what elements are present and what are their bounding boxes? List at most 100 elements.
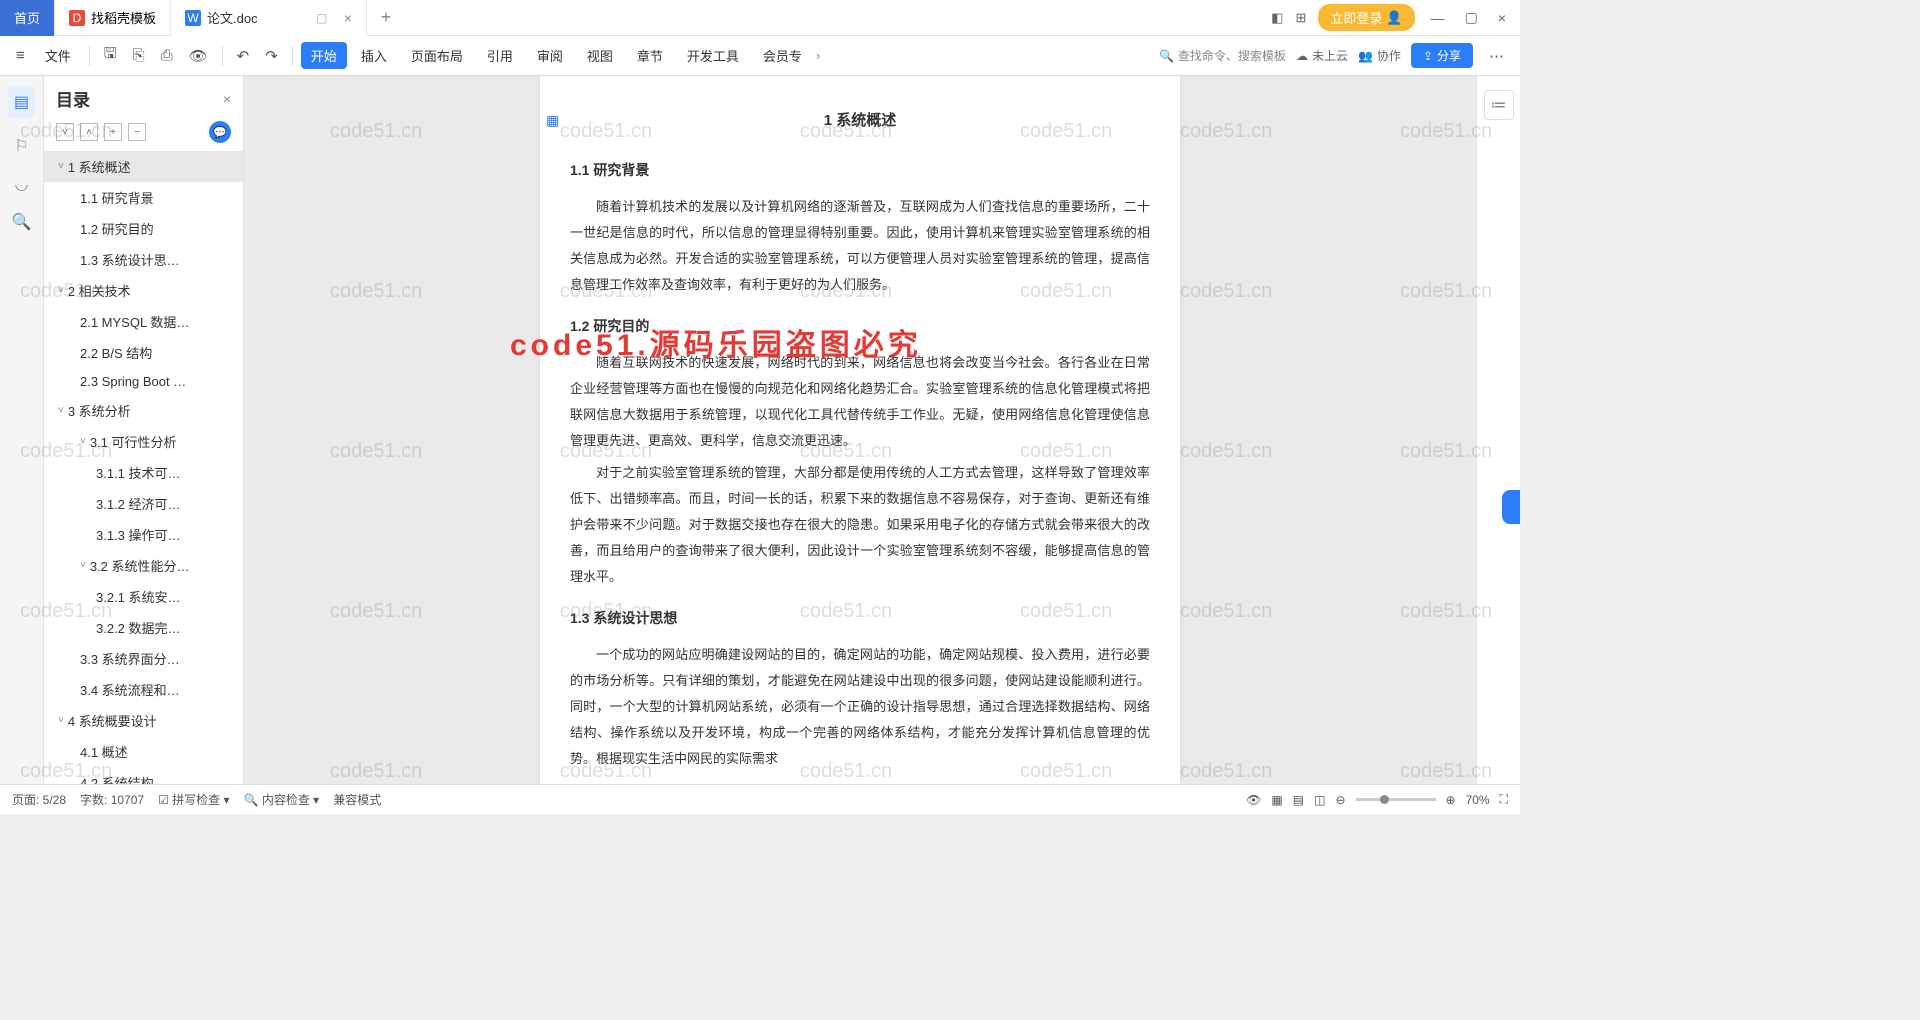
outline-item-label: 3.4 系统流程和… [80,680,180,699]
print-icon[interactable]: ⎙ [155,43,179,68]
outline-item[interactable]: 1.1 研究背景 [44,182,243,213]
find-icon[interactable]: 🔍 [12,212,32,232]
doc-paragraph: 对于之前实验室管理系统的管理，大部分都是使用传统的人工方式去管理，这样导致了管理… [570,460,1150,590]
statusbar: 页面: 5/28 字数: 10707 ☑ 拼写检查 ▾ 🔍 内容检查 ▾ 兼容模… [0,784,1520,814]
outline-item-label: 4.1 概述 [80,742,128,761]
layout-icon[interactable]: ◧ [1271,10,1283,26]
cloud-status[interactable]: ☁未上云 [1296,47,1348,64]
apps-icon[interactable]: ⊞ [1295,10,1306,26]
outline-item[interactable]: 3.1.2 经济可… [44,488,243,519]
outline-item[interactable]: ˅3.1 可行性分析 [44,426,243,457]
outline-item[interactable]: 2.3 Spring Boot … [44,368,243,395]
ribbon-tab-member[interactable]: 会员专 [753,42,812,69]
chevron-down-icon: ˅ [80,436,86,447]
preview-icon[interactable]: 👁 [183,43,214,69]
fit-icon[interactable]: ⛶ [1500,792,1508,807]
file-menu[interactable]: 文件 [35,42,81,69]
outline-item[interactable]: 3.3 系统界面分… [44,643,243,674]
chat-icon[interactable]: 💬 [209,121,231,143]
outline-item[interactable]: ˅1 系统概述 [44,151,243,182]
command-search[interactable]: 🔍查找命令、搜索模板 [1159,47,1286,64]
view-web-icon[interactable]: ▤ [1293,793,1304,807]
zoom-in-icon[interactable]: ⊕ [1446,793,1456,807]
remove-level-icon[interactable]: − [128,123,146,141]
view-print-icon[interactable]: ▦ [1271,793,1282,807]
left-toolbar: ▤ ⚐ ◡ 🔍 [0,76,44,784]
saveas-icon[interactable]: ⎘ [127,43,151,68]
outline-item[interactable]: 4.1 概述 [44,736,243,767]
ribbon-tab-review[interactable]: 审阅 [527,42,573,69]
outline-item-label: 4.2 系统结构 [80,773,154,784]
outline-item[interactable]: 3.4 系统流程和… [44,674,243,705]
content-check[interactable]: 🔍 内容检查 ▾ [244,791,320,808]
tab-new[interactable]: + [367,0,406,36]
outline-item-label: 2.2 B/S 结构 [80,343,152,362]
outline-item[interactable]: ˅4 系统概要设计 [44,705,243,736]
outline-item[interactable]: 2.2 B/S 结构 [44,337,243,368]
share-icon: ⇪ [1423,49,1433,63]
ribbon-tab-chapter[interactable]: 章节 [627,42,673,69]
undo-icon[interactable]: ↶ [231,43,256,69]
pin-icon[interactable]: ⚐ [14,136,28,156]
tab-template[interactable]: D找稻壳模板 [55,0,171,36]
redo-icon[interactable]: ↷ [259,43,284,69]
ribbon-tab-insert[interactable]: 插入 [351,42,397,69]
tab-document[interactable]: W论文.doc▢× [171,0,367,36]
chevron-right-icon[interactable]: › [816,48,820,63]
share-button[interactable]: ⇪分享 [1411,43,1473,68]
expand-all-icon[interactable]: ˅ [56,123,74,141]
doc-heading: 1.3 系统设计思想 [570,604,1150,632]
side-tab[interactable] [1502,490,1520,524]
template-icon: D [69,10,85,26]
outline-title: 目录 [56,86,90,111]
outline-item[interactable]: 3.1.1 技术可… [44,457,243,488]
outline-item[interactable]: 3.2.2 数据完… [44,612,243,643]
zoom-level[interactable]: 70% [1466,793,1490,807]
add-level-icon[interactable]: + [104,123,122,141]
doc-paragraph: 随着计算机技术的发展以及计算机网络的逐渐普及，互联网成为人们查找信息的重要场所，… [570,194,1150,298]
panel-close-icon[interactable]: × [223,91,231,107]
outline-item[interactable]: 3.2.1 系统安… [44,581,243,612]
outline-item[interactable]: 1.2 研究目的 [44,213,243,244]
window-icon[interactable]: ▢ [314,10,330,26]
close-icon[interactable]: × [344,10,352,26]
tab-home[interactable]: 首页 [0,0,55,36]
ribbon-tab-dev[interactable]: 开发工具 [677,42,749,69]
doc-heading: 1.2 研究目的 [570,312,1150,340]
save-icon[interactable]: 🖫 [98,39,123,72]
zoom-out-icon[interactable]: ⊖ [1335,793,1345,807]
collapse-all-icon[interactable]: ˄ [80,123,98,141]
panel-toggle-icon[interactable]: ≔ [1484,90,1514,120]
outline-item[interactable]: 1.3 系统设计思… [44,244,243,275]
more-icon[interactable]: ⋯ [1483,43,1510,69]
zoom-slider[interactable] [1356,798,1436,801]
view-outline-icon[interactable]: ◫ [1314,793,1325,807]
outline-item[interactable]: ˅3.2 系统性能分… [44,550,243,581]
maximize-icon[interactable]: ▢ [1461,9,1482,26]
minimize-icon[interactable]: — [1427,10,1449,26]
outline-item[interactable]: 4.2 系统结构 [44,767,243,784]
word-count[interactable]: 字数: 10707 [80,791,144,808]
menu-icon[interactable]: ≡ [10,43,31,68]
outline-item-label: 1.2 研究目的 [80,219,154,238]
outline-item[interactable]: ˅3 系统分析 [44,395,243,426]
login-button[interactable]: 立即登录👤 [1318,4,1414,31]
outline-item[interactable]: 3.1.3 操作可… [44,519,243,550]
window-close-icon[interactable]: × [1494,10,1510,26]
bookmark-icon[interactable]: ◡ [15,174,29,194]
view-eye-icon[interactable]: 👁 [1246,793,1261,807]
ribbon-tab-start[interactable]: 开始 [301,42,347,69]
titlebar: 首页 D找稻壳模板 W论文.doc▢× + ◧ ⊞ 立即登录👤 — ▢ × [0,0,1520,36]
outline-icon[interactable]: ▤ [8,86,35,118]
outline-item[interactable]: ˅2 相关技术 [44,275,243,306]
document-area[interactable]: ▦ 1 系统概述 1.1 研究背景 随着计算机技术的发展以及计算机网络的逐渐普及… [244,76,1476,784]
outline-item[interactable]: 2.1 MYSQL 数据… [44,306,243,337]
outline-item-label: 3.1.2 经济可… [96,494,181,513]
compat-mode[interactable]: 兼容模式 [333,791,381,808]
ribbon-tab-ref[interactable]: 引用 [477,42,523,69]
spellcheck-toggle[interactable]: ☑ 拼写检查 ▾ [158,791,229,808]
ribbon-tab-layout[interactable]: 页面布局 [401,42,473,69]
coop-button[interactable]: 👥协作 [1358,47,1401,64]
ribbon-tab-view[interactable]: 视图 [577,42,623,69]
page-indicator[interactable]: 页面: 5/28 [12,791,66,808]
